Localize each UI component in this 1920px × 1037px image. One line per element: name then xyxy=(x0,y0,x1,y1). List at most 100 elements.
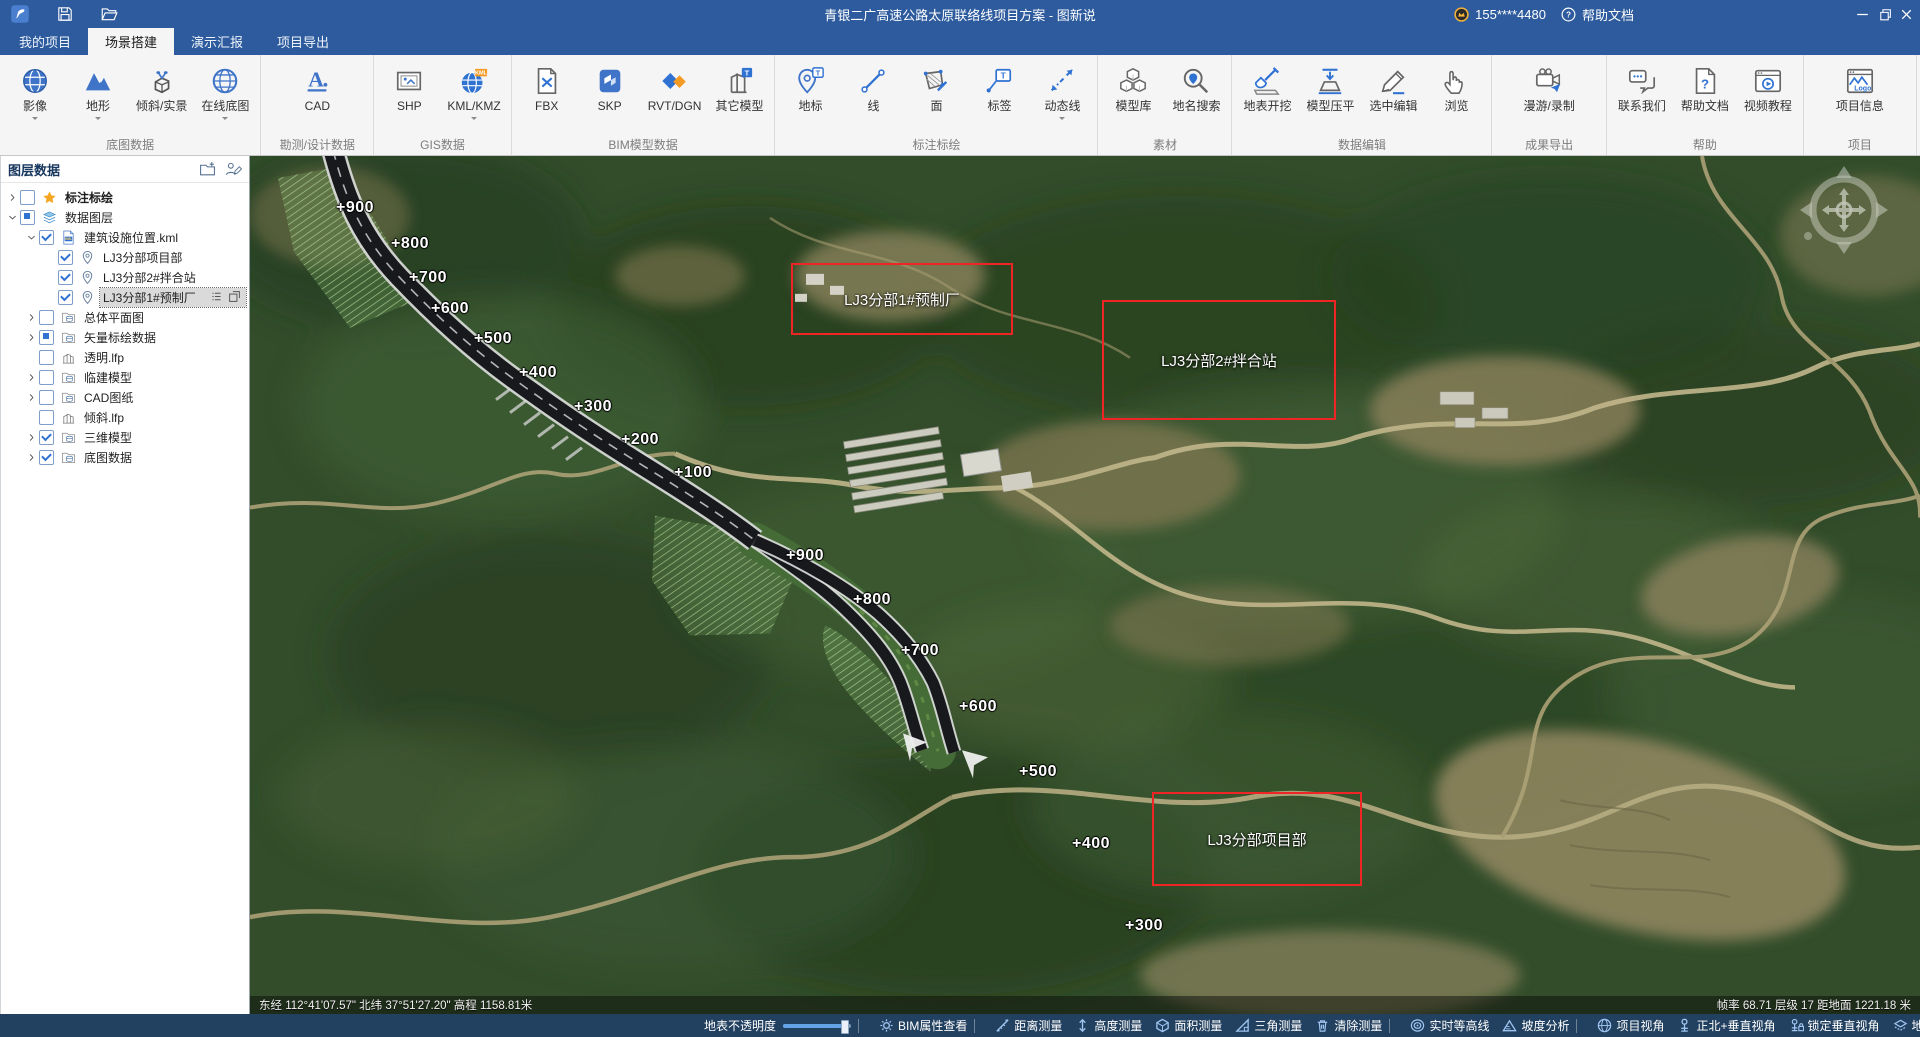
bottom-tool[interactable]: 高度测量 xyxy=(1075,1017,1142,1034)
ribbon-item[interactable]: 线 xyxy=(843,62,903,124)
layer-checkbox[interactable] xyxy=(58,290,73,305)
tree-row[interactable]: LJ3分部项目部 xyxy=(1,247,249,267)
layer-checkbox[interactable] xyxy=(39,330,54,345)
tree-row[interactable]: 倾斜.lfp xyxy=(1,407,249,427)
restore-button[interactable] xyxy=(1876,6,1893,23)
layer-checkbox[interactable] xyxy=(39,410,54,425)
ribbon-item[interactable]: KMLKML/KMZ xyxy=(442,62,505,124)
selected-row-box[interactable]: LJ3分部1#预制厂 xyxy=(100,288,246,307)
ribbon-item[interactable]: 面 xyxy=(906,62,966,124)
chevron-right-icon[interactable] xyxy=(24,333,39,342)
tree-row[interactable]: 临建模型 xyxy=(1,367,249,387)
tree-row[interactable]: 三维模型 xyxy=(1,427,249,447)
ribbon-item[interactable]: SHP xyxy=(379,62,439,124)
chevron-right-icon[interactable] xyxy=(24,393,39,402)
minimize-button[interactable] xyxy=(1854,6,1871,23)
layer-checkbox[interactable] xyxy=(20,190,35,205)
save-icon[interactable] xyxy=(56,5,74,23)
bottom-tool[interactable]: 坡度分析 xyxy=(1502,1017,1569,1034)
layer-checkbox[interactable] xyxy=(39,390,54,405)
bottom-tool[interactable]: 正北+垂直视角 xyxy=(1677,1017,1775,1034)
ribbon-item[interactable]: 模型库 xyxy=(1103,62,1163,124)
ribbon-item[interactable]: 浏览 xyxy=(1426,62,1486,124)
tree-row[interactable]: 底图数据 xyxy=(1,447,249,467)
tree-row[interactable]: KML建筑设施位置.kml xyxy=(1,227,249,247)
ribbon-item[interactable]: 影像 xyxy=(5,62,65,124)
ribbon-item[interactable]: 漫游/录制 xyxy=(1497,62,1600,124)
annotation-box[interactable]: LJ3分部1#预制厂 xyxy=(791,263,1013,335)
bottom-tool[interactable]: 面积测量 xyxy=(1155,1017,1222,1034)
layer-checkbox[interactable] xyxy=(20,210,35,225)
bottom-tool[interactable]: 距离测量 xyxy=(995,1017,1062,1034)
detach-icon[interactable] xyxy=(228,290,243,305)
tree-row[interactable]: CAD图纸 xyxy=(1,387,249,407)
chevron-down-icon[interactable] xyxy=(95,117,101,123)
layer-checkbox[interactable] xyxy=(39,450,54,465)
layer-checkbox[interactable] xyxy=(39,430,54,445)
ribbon-item[interactable]: ?帮助文档 xyxy=(1675,62,1735,124)
ribbon-item[interactable]: T地标 xyxy=(780,62,840,124)
map-viewport[interactable]: +900+800+700+600+500+400+300+200+100+900… xyxy=(250,156,1920,1014)
ribbon-item[interactable]: 在线底图 xyxy=(195,62,255,124)
layer-checkbox[interactable] xyxy=(58,270,73,285)
compass-navigator[interactable] xyxy=(1792,158,1896,262)
chevron-down-icon[interactable] xyxy=(32,117,38,123)
tree-row[interactable]: 数据图层 xyxy=(1,207,249,227)
tree-row[interactable]: LJ3分部1#预制厂 xyxy=(1,287,249,307)
chevron-down-icon[interactable] xyxy=(24,233,39,242)
slider-handle[interactable] xyxy=(841,1020,849,1034)
layer-checkbox[interactable] xyxy=(39,310,54,325)
bottom-tool[interactable]: 实时等高线 xyxy=(1410,1017,1489,1034)
plot-manage-icon[interactable] xyxy=(225,161,242,178)
ribbon-item[interactable]: RVT/DGN xyxy=(643,62,707,124)
ribbon-item[interactable]: 倾斜/实景 xyxy=(131,62,192,124)
ribbon-item[interactable]: SKP xyxy=(580,62,640,124)
tree-row[interactable]: 总体平面图 xyxy=(1,307,249,327)
annotation-box[interactable]: LJ3分部2#拌合站 xyxy=(1102,300,1336,420)
chevron-right-icon[interactable] xyxy=(24,373,39,382)
open-project-icon[interactable] xyxy=(100,5,118,23)
bottom-tool[interactable]: 项目视角 xyxy=(1597,1017,1664,1034)
ribbon-item[interactable]: 地形 xyxy=(68,62,128,124)
bottom-tool[interactable]: 地下视图 xyxy=(1893,1017,1920,1034)
help-doc-link[interactable]: 帮助文档 xyxy=(1582,5,1634,24)
layer-checkbox[interactable] xyxy=(39,350,54,365)
menu-tab[interactable]: 项目导出 xyxy=(260,28,346,55)
new-group-icon[interactable] xyxy=(199,161,216,178)
help-circle-icon[interactable]: ? xyxy=(1560,6,1577,23)
tree-row[interactable]: 矢量标绘数据 xyxy=(1,327,249,347)
layer-checkbox[interactable] xyxy=(39,230,54,245)
ribbon-item[interactable]: 视频教程 xyxy=(1738,62,1798,124)
close-button[interactable] xyxy=(1898,6,1915,23)
bottom-tool[interactable]: 三角测量 xyxy=(1235,1017,1302,1034)
chevron-down-icon[interactable] xyxy=(471,117,477,123)
bottom-tool[interactable]: 锁定垂直视角 xyxy=(1789,1017,1880,1034)
bottom-tool[interactable]: 清除测量 xyxy=(1315,1017,1382,1034)
list-icon[interactable] xyxy=(210,290,225,305)
chevron-right-icon[interactable] xyxy=(5,193,20,202)
surface-opacity-slider[interactable] xyxy=(783,1024,851,1028)
ribbon-item[interactable]: 动态线 xyxy=(1032,62,1092,124)
menu-tab[interactable]: 场景搭建 xyxy=(88,28,174,55)
ribbon-item[interactable]: T标签 xyxy=(969,62,1029,124)
vip-badge-icon[interactable] xyxy=(1453,6,1470,23)
chevron-down-icon[interactable] xyxy=(222,117,228,123)
layer-checkbox[interactable] xyxy=(39,370,54,385)
ribbon-item[interactable]: 联系我们 xyxy=(1612,62,1672,124)
tree-row[interactable]: 透明.lfp xyxy=(1,347,249,367)
chevron-right-icon[interactable] xyxy=(24,313,39,322)
ribbon-item[interactable]: Logo项目信息 xyxy=(1809,62,1911,124)
menu-tab[interactable]: 我的项目 xyxy=(2,28,88,55)
chevron-down-icon[interactable] xyxy=(5,213,20,222)
menu-tab[interactable]: 演示汇报 xyxy=(174,28,260,55)
bottom-tool[interactable]: BIM属性查看 xyxy=(879,1017,967,1034)
account-label[interactable]: 155****4480 xyxy=(1475,7,1546,22)
ribbon-item[interactable]: 模型压平 xyxy=(1300,62,1360,124)
ribbon-item[interactable]: 地表开挖 xyxy=(1237,62,1297,124)
ribbon-item[interactable]: 选中编辑 xyxy=(1363,62,1423,124)
chevron-right-icon[interactable] xyxy=(24,453,39,462)
ribbon-item[interactable]: ACAD xyxy=(266,62,368,124)
chevron-down-icon[interactable] xyxy=(1059,117,1065,123)
tree-row[interactable]: LJ3分部2#拌合站 xyxy=(1,267,249,287)
chevron-right-icon[interactable] xyxy=(24,433,39,442)
